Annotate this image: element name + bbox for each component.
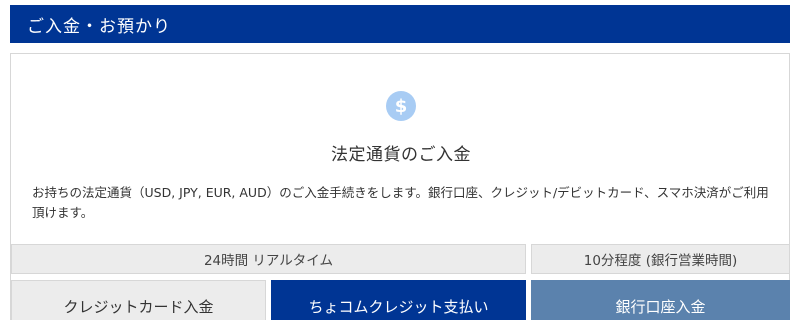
section-title: 法定通貨のご入金 <box>331 145 471 165</box>
realtime-info-label: 24時間 リアルタイム <box>11 244 526 274</box>
fiat-deposit-panel: $ 法定通貨のご入金 お持ちの法定通貨（USD, JPY, EUR, AUD）の… <box>10 53 790 320</box>
header-bar: ご入金・お預かり <box>10 5 790 43</box>
bank-account-deposit-button[interactable]: 銀行口座入金 <box>531 280 790 320</box>
section-description: お持ちの法定通貨（USD, JPY, EUR, AUD）のご入金手続きをします。… <box>32 185 769 220</box>
credit-card-deposit-label: クレジットカード入金 <box>63 297 214 316</box>
credit-card-deposit-button[interactable]: クレジットカード入金 <box>11 280 266 320</box>
dollar-icon: $ <box>386 91 416 121</box>
chocom-credit-payment-label: ちょコムクレジット支払い <box>308 297 489 316</box>
bank-account-deposit-label: 銀行口座入金 <box>615 297 706 316</box>
page-title: ご入金・お預かり <box>27 16 171 37</box>
chocom-credit-payment-button[interactable]: ちょコムクレジット支払い <box>271 280 526 320</box>
page: ご入金・お預かり $ 法定通貨のご入金 お持ちの法定通貨（USD, JPY, E… <box>0 0 800 320</box>
bank-time-info-label: 10分程度 (銀行営業時間) <box>531 244 790 274</box>
